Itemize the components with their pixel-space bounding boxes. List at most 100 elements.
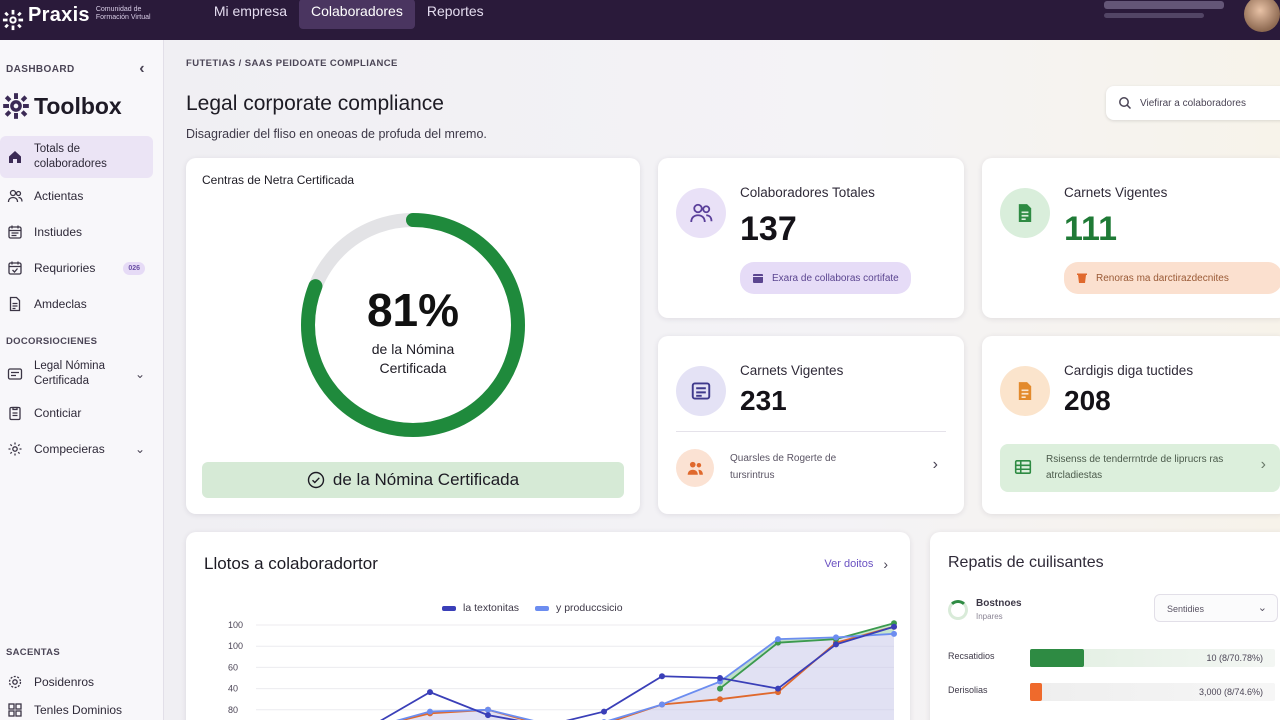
series-2-line-point [485,706,491,713]
stat-label: Carnets Vigentes [1064,185,1168,200]
sidebar-item-tenles[interactable]: Tenles Dominios [0,700,154,720]
y-tick-label: 60 [228,662,238,672]
trash-icon [1077,273,1087,283]
stat-pill[interactable]: Exara de collaboras cortifate [740,262,911,294]
nav-reportes[interactable]: Reportes [415,0,496,29]
user-area[interactable] [1104,0,1280,40]
legend-label: la textonitas [463,602,520,614]
collapse-icon[interactable]: ‹ [139,60,145,78]
search-placeholder: Viefirar a colaboradores [1140,97,1246,109]
bar-track: 3,000 (8/74.6%) [1030,683,1275,701]
legend-item[interactable]: y produccsicio [535,602,623,614]
chevron-down-icon[interactable]: ⌄ [135,442,145,456]
divider [676,431,946,432]
id-card-icon [6,365,24,383]
chevron-down-icon[interactable]: ⌄ [135,367,145,382]
bar-fill [1030,649,1084,667]
bar-label: Derisolias [948,685,988,695]
gauge-label: de la Nómina Certificada [371,341,455,376]
chevron-right-icon: › [1260,456,1266,473]
calendar-check-icon [6,259,24,277]
page-title: Legal corporate compliance [186,92,444,115]
accent-series-line-point [717,696,723,703]
top-nav: Mi empresa Colaboradores Reportes [202,0,496,40]
legend-item[interactable]: la textonitas [442,602,519,614]
series-1-line-point [427,689,433,696]
filter-select[interactable]: Sentidies ⌄ [1154,594,1278,622]
sidebar-item-instiudes[interactable]: Instiudes [0,214,153,250]
breadcrumb[interactable]: FUTETIAS / SAAS PEIDOATE COMPLIANCE [186,58,398,69]
foot-text: Rsisenss de tenderrntrde de liprucrs ras… [1046,454,1224,481]
report-card: Repatis de cuilisantes Bostnoes Inpares … [930,532,1280,720]
bar-label: Recsatidios [948,651,995,661]
sidebar-item-totals[interactable]: Totals de colaboradores [0,136,153,178]
sidebar-section-label: SACENTAS [6,647,60,658]
sidebar-item-compecieras[interactable]: Compecieras ⌄ [0,431,153,467]
chevron-right-icon: › [883,556,888,572]
nav-mi-empresa[interactable]: Mi empresa [202,0,299,29]
sidebar-header-label: DASHBOARD [6,63,75,75]
line-chart: 10010060408090 [228,620,897,720]
stat-card-carnets[interactable]: Carnets Vigentes 111 Renoras ma darctira… [982,158,1280,318]
page-subtitle: Disagradier del fliso en oneoas de profu… [186,127,487,141]
sidebar-item-label: Posidenros [34,675,95,689]
stat-card-carnets-2[interactable]: Carnets Vigentes 231 Quarsles de Rogerte… [658,336,964,514]
sidebar-item-legal-nomina[interactable]: Legal Nómina Certificada ⌄ [0,353,153,395]
stat-label: Carnets Vigentes [740,363,844,378]
sidebar-bottom: SACENTAS Posidenros Tenles Dominios [0,633,164,720]
series-1-line-point [485,712,491,719]
stat-value: 137 [740,210,797,248]
view-details-link[interactable]: Ver doitos › [824,556,888,572]
sidebar-item-posidenros[interactable]: Posidenros [0,664,154,700]
stat-card-cardigis[interactable]: Cardigis diga tuctides 208 Rsisenss de t… [982,336,1280,514]
series-2-line-point [427,708,433,715]
sidebar-item-amdeclas[interactable]: Amdeclas [0,286,153,322]
top-bar: Praxis Comunidad de Formación Virtual Mi… [0,0,1280,40]
document-icon [6,295,24,313]
sidebar-item-label: Compecieras [34,442,105,456]
gear-logo-icon [0,7,26,33]
stat-card-colaboradores[interactable]: Colaboradores Totales 137 Exara de colla… [658,158,964,318]
sidebar-item-label: Totals de colaboradores [34,143,107,170]
card-icon [676,366,726,416]
sidebar: DASHBOARD ‹ Toolbox Totals de colaborado… [0,40,164,720]
search-input[interactable]: Viefirar a colaboradores [1106,86,1280,120]
sidebar-item-requriories[interactable]: Requriories 026 [0,250,153,286]
series-1-line-point [659,673,665,680]
foot-banner[interactable]: Rsisenss de tenderrntrde de liprucrs ras… [1000,444,1280,492]
brand[interactable]: Praxis Comunidad de Formación Virtual [0,4,176,33]
sidebar-item-conticiar[interactable]: Conticiar [0,395,153,431]
sidebar-item-actientas[interactable]: Actientas [0,178,153,214]
series-1-line-point [833,641,839,648]
y-tick-label: 40 [228,684,238,694]
y-tick-label: 100 [228,641,243,651]
stat-pill[interactable]: Renoras ma darctirazdecnites [1064,262,1280,294]
green-series-line-point [717,685,723,692]
series-2-line-point [891,630,897,637]
nav-colaboradores[interactable]: Colaboradores [299,0,415,29]
report-bar-row[interactable]: Derisolias 3,000 (8/74.6%) [948,682,1278,701]
chevron-right-icon[interactable]: › [933,456,938,474]
sidebar-item-label: Conticiar [34,406,82,420]
foot-text: Quarsles de Rogerte de tursrintrus [730,453,837,481]
users-icon [676,449,714,487]
sidebar-item-label: Actientas [34,189,84,203]
document-icon [1000,188,1050,238]
row-subtitle: Inpares [976,612,1003,621]
stat-value: 208 [1064,385,1111,416]
avatar[interactable] [1244,0,1280,32]
bar-value: 10 (8/70.78%) [1206,653,1263,663]
sidebar-header: DASHBOARD ‹ [0,40,163,78]
main-content: FUTETIAS / SAAS PEIDOATE COMPLIANCE Lega… [164,40,1280,720]
pill-text: Exara de collaboras cortifate [772,272,899,284]
report-bar-row[interactable]: Recsatidios 10 (8/70.78%) [948,648,1278,667]
stat-label: Cardigis diga tuctides [1064,363,1194,378]
certification-gauge-card: Centras de Netra Certificada 81% de la N… [186,158,640,514]
users-icon [6,187,24,205]
legend-label: y produccsicio [556,602,623,614]
home-icon [6,148,24,166]
user-info [1104,1,1234,29]
series-2-line-point [659,701,665,708]
series-1-line-point [717,675,723,681]
series-1-line-point [601,708,607,715]
